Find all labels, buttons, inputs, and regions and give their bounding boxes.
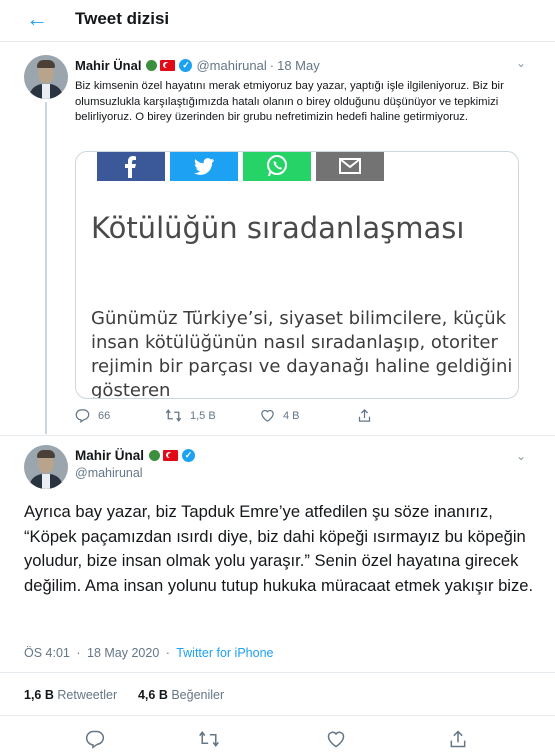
reply-icon[interactable] bbox=[85, 729, 105, 754]
reply-button[interactable]: 66 bbox=[75, 408, 110, 423]
share-icon bbox=[358, 408, 371, 422]
chevron-down-icon[interactable]: ⌄ bbox=[516, 449, 526, 463]
mail-icon bbox=[316, 152, 384, 181]
tweet-text: Biz kimsenin özel hayatını merak etmiyor… bbox=[75, 80, 504, 123]
green-badge-icon bbox=[146, 60, 158, 71]
author-handle[interactable]: @mahirunal bbox=[196, 58, 266, 73]
reply-icon bbox=[75, 409, 90, 423]
thread-header: ← Tweet dizisi bbox=[0, 0, 555, 42]
reply-count: 66 bbox=[98, 409, 111, 422]
tweet-action-bar bbox=[0, 729, 555, 751]
retweet-icon[interactable] bbox=[198, 729, 220, 754]
share-icon[interactable] bbox=[448, 729, 468, 754]
avatar[interactable] bbox=[24, 445, 68, 489]
tweet-time[interactable]: ÖS 4:01 bbox=[24, 646, 70, 660]
turkey-flag-icon bbox=[160, 60, 176, 71]
tweet-actions: 66 1,5 B 4 B bbox=[75, 408, 515, 426]
author-name[interactable]: Mahir Ünal bbox=[75, 448, 144, 463]
avatar[interactable] bbox=[24, 55, 68, 99]
heart-icon bbox=[261, 409, 274, 422]
likes-link[interactable]: 4,6 B Beğeniler bbox=[138, 688, 224, 702]
green-badge-icon bbox=[149, 450, 161, 461]
card-excerpt: Günümüz Türkiye’si, siyaset bilimcilere,… bbox=[91, 308, 513, 399]
heart-icon[interactable] bbox=[326, 729, 346, 754]
chevron-down-icon[interactable]: ⌄ bbox=[516, 56, 526, 70]
card-headline: Kötülüğün sıradanlaşması bbox=[91, 211, 465, 245]
author-name[interactable]: Mahir Ünal bbox=[75, 58, 141, 73]
divider bbox=[0, 715, 555, 716]
divider bbox=[0, 672, 555, 673]
tweet-source-link[interactable]: Twitter for iPhone bbox=[176, 646, 273, 660]
like-total: 4,6 B bbox=[137, 688, 168, 702]
facebook-icon bbox=[97, 152, 165, 181]
whatsapp-icon bbox=[243, 152, 311, 181]
like-button[interactable]: 4 B bbox=[260, 408, 300, 423]
separator-dot: · bbox=[269, 58, 275, 73]
author-handle[interactable]: @mahirunal bbox=[75, 466, 143, 480]
verified-icon: ✓ bbox=[179, 59, 193, 72]
separator-dot: · bbox=[76, 646, 81, 660]
link-preview-card[interactable]: Kötülüğün sıradanlaşması Günümüz Türkiye… bbox=[75, 151, 519, 399]
tweet-date[interactable]: 18 May 2020 bbox=[87, 646, 159, 660]
retweet-icon bbox=[165, 409, 182, 422]
retweet-total: 1,6 B bbox=[24, 688, 54, 702]
tweet-date[interactable]: 18 May bbox=[277, 58, 320, 73]
retweets-link[interactable]: 1,6 B Retweetler bbox=[24, 688, 117, 702]
tweet-author-row: Mahir Ünal ✓ bbox=[75, 448, 196, 463]
likes-label: Beğeniler bbox=[171, 688, 225, 702]
retweets-label: Retweetler bbox=[57, 688, 118, 702]
retweet-count: 1,5 B bbox=[190, 409, 216, 422]
tweet-meta: ÖS 4:01 · 18 May 2020 · Twitter for iPho… bbox=[24, 646, 273, 660]
separator-dot: · bbox=[165, 646, 170, 660]
divider bbox=[0, 435, 555, 436]
twitter-icon bbox=[170, 152, 238, 181]
page-title: Tweet dizisi bbox=[75, 9, 170, 28]
verified-icon: ✓ bbox=[182, 449, 196, 462]
tweet-author-row: Mahir Ünal ✓ @mahirunal · 18 May bbox=[75, 58, 320, 73]
thread-connector-line bbox=[45, 102, 47, 434]
retweet-button[interactable]: 1,5 B bbox=[165, 408, 216, 423]
share-button[interactable] bbox=[357, 408, 380, 423]
tweet-text: Ayrıca bay yazar, biz Tapduk Emre’ye atf… bbox=[24, 502, 534, 595]
arrow-left-icon[interactable]: ← bbox=[24, 6, 50, 32]
like-count: 4 B bbox=[283, 409, 300, 422]
tweet-stats: 1,6 B Retweetler 4,6 B Beğeniler bbox=[24, 688, 224, 702]
turkey-flag-icon bbox=[163, 450, 179, 461]
